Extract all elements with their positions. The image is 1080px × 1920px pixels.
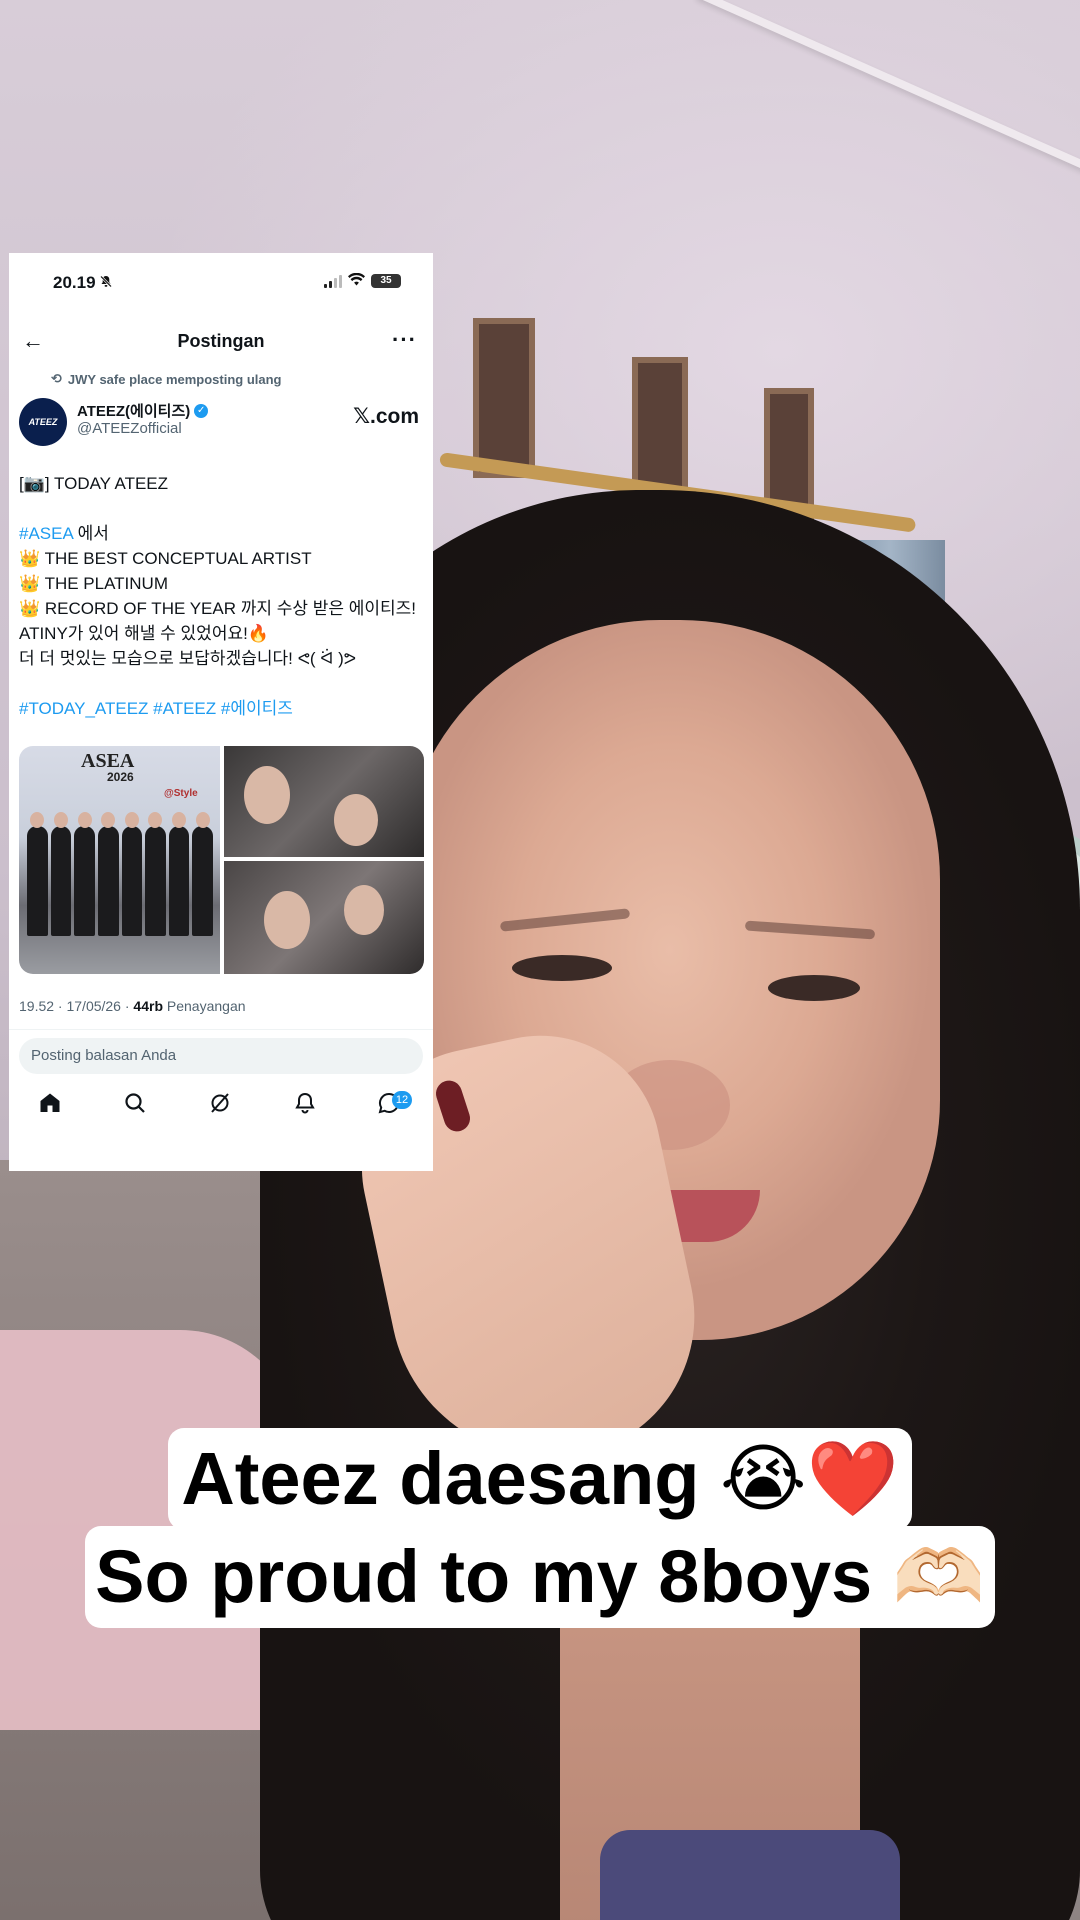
hashtag-link[interactable]: #에이티즈 <box>221 699 293 718</box>
x-com-badge: 𝕏.com <box>353 405 419 428</box>
bottom-tab-bar <box>9 1081 433 1131</box>
author-handle[interactable]: @ATEEZofficial <box>77 420 182 437</box>
verified-badge-icon: ✓ <box>194 403 209 418</box>
status-time: 20.19 <box>53 273 113 293</box>
tweet-line: 더 더 멋있는 모습으로 보답하겠습니다! ᕙ( ᐛ )ᕗ <box>19 649 357 668</box>
caption-line-2: So proud to my 8boys 🫶🏻 <box>85 1526 995 1628</box>
repost-text: JWY safe place memposting ulang <box>67 371 282 387</box>
selfie-face <box>264 891 310 949</box>
messages-badge: 12 <box>392 1091 412 1109</box>
hashtag-link[interactable]: #ATEEZ <box>153 699 216 718</box>
cellular-signal-icon <box>324 274 342 288</box>
backdrop-year: 2026 <box>107 770 134 784</box>
eye <box>768 975 860 1001</box>
hashtag-link[interactable]: #ASEA <box>19 524 73 543</box>
hashtag-link[interactable]: #TODAY_ATEEZ <box>19 699 148 718</box>
reply-input[interactable]: Posting balasan Anda <box>19 1038 423 1074</box>
bell-slash-icon <box>100 273 113 292</box>
views-count: 44rb <box>133 998 163 1014</box>
status-bar: 20.19 35 <box>9 253 433 317</box>
avatar[interactable]: ATEEZ <box>19 398 67 446</box>
selfie-photo[interactable] <box>224 746 424 857</box>
selfie-face <box>334 794 378 846</box>
wifi-icon <box>348 272 365 289</box>
notifications-icon[interactable] <box>290 1091 320 1121</box>
home-icon[interactable] <box>35 1091 65 1121</box>
status-icons: 35 <box>324 272 401 289</box>
tweet-line: 👑 THE BEST CONCEPTUAL ARTIST <box>19 549 312 568</box>
author-name[interactable]: ATEEZ(에이티즈) ✓ <box>77 400 209 421</box>
hashtag-line: #TODAY_ATEEZ #ATEEZ #에이티즈 <box>19 696 429 721</box>
search-icon[interactable] <box>120 1091 150 1121</box>
backdrop-sponsor: @Style <box>164 788 198 799</box>
tweet-line: 👑 RECORD OF THE YEAR 까지 수상 받은 에이티즈! <box>19 599 417 618</box>
page-title: Postingan <box>177 331 265 351</box>
group-members <box>27 812 213 936</box>
eye <box>512 955 612 981</box>
tweet-line: [📷] TODAY ATEEZ <box>19 474 169 493</box>
tweet-line: ATINY가 있어 해낼 수 있었어요!🔥 <box>19 624 269 643</box>
tweet-text: [📷] TODAY ATEEZ #ASEA 에서 👑 THE BEST CONC… <box>19 471 429 721</box>
tweet-meta: 19.52 · 17/05/26 · 44rb Penayangan <box>19 998 246 1014</box>
divider <box>9 1029 433 1030</box>
tweet-line: 👑 THE PLATINUM <box>19 574 168 593</box>
selfie-face <box>344 885 384 935</box>
media-grid: ASEA 2026 @Style <box>19 746 424 974</box>
person-shirt <box>600 1830 900 1920</box>
grok-icon[interactable] <box>205 1091 235 1121</box>
selfie-face <box>244 766 290 824</box>
repost-indicator[interactable]: ⟲ JWY safe place memposting ulang <box>51 371 282 387</box>
wall-vent <box>632 357 688 497</box>
tweet-line: #ASEA 에서 <box>19 524 109 543</box>
wall-vent <box>473 318 535 478</box>
more-icon[interactable]: ··· <box>392 327 417 353</box>
author-row[interactable]: ATEEZ ATEEZ(에이티즈) ✓ @ATEEZofficial 𝕏.com <box>19 396 423 450</box>
battery-icon: 35 <box>371 274 401 288</box>
selfie-photo[interactable] <box>224 861 424 974</box>
post-header: ← Postingan ··· <box>9 319 433 369</box>
tweet-screenshot: 20.19 35 ← Postingan ··· ⟲ JWY safe plac… <box>9 253 433 1171</box>
group-photo[interactable]: ASEA 2026 @Style <box>19 746 220 974</box>
caption-line-1: Ateez daesang 😭❤️ <box>168 1428 912 1530</box>
repost-icon: ⟲ <box>51 371 62 386</box>
